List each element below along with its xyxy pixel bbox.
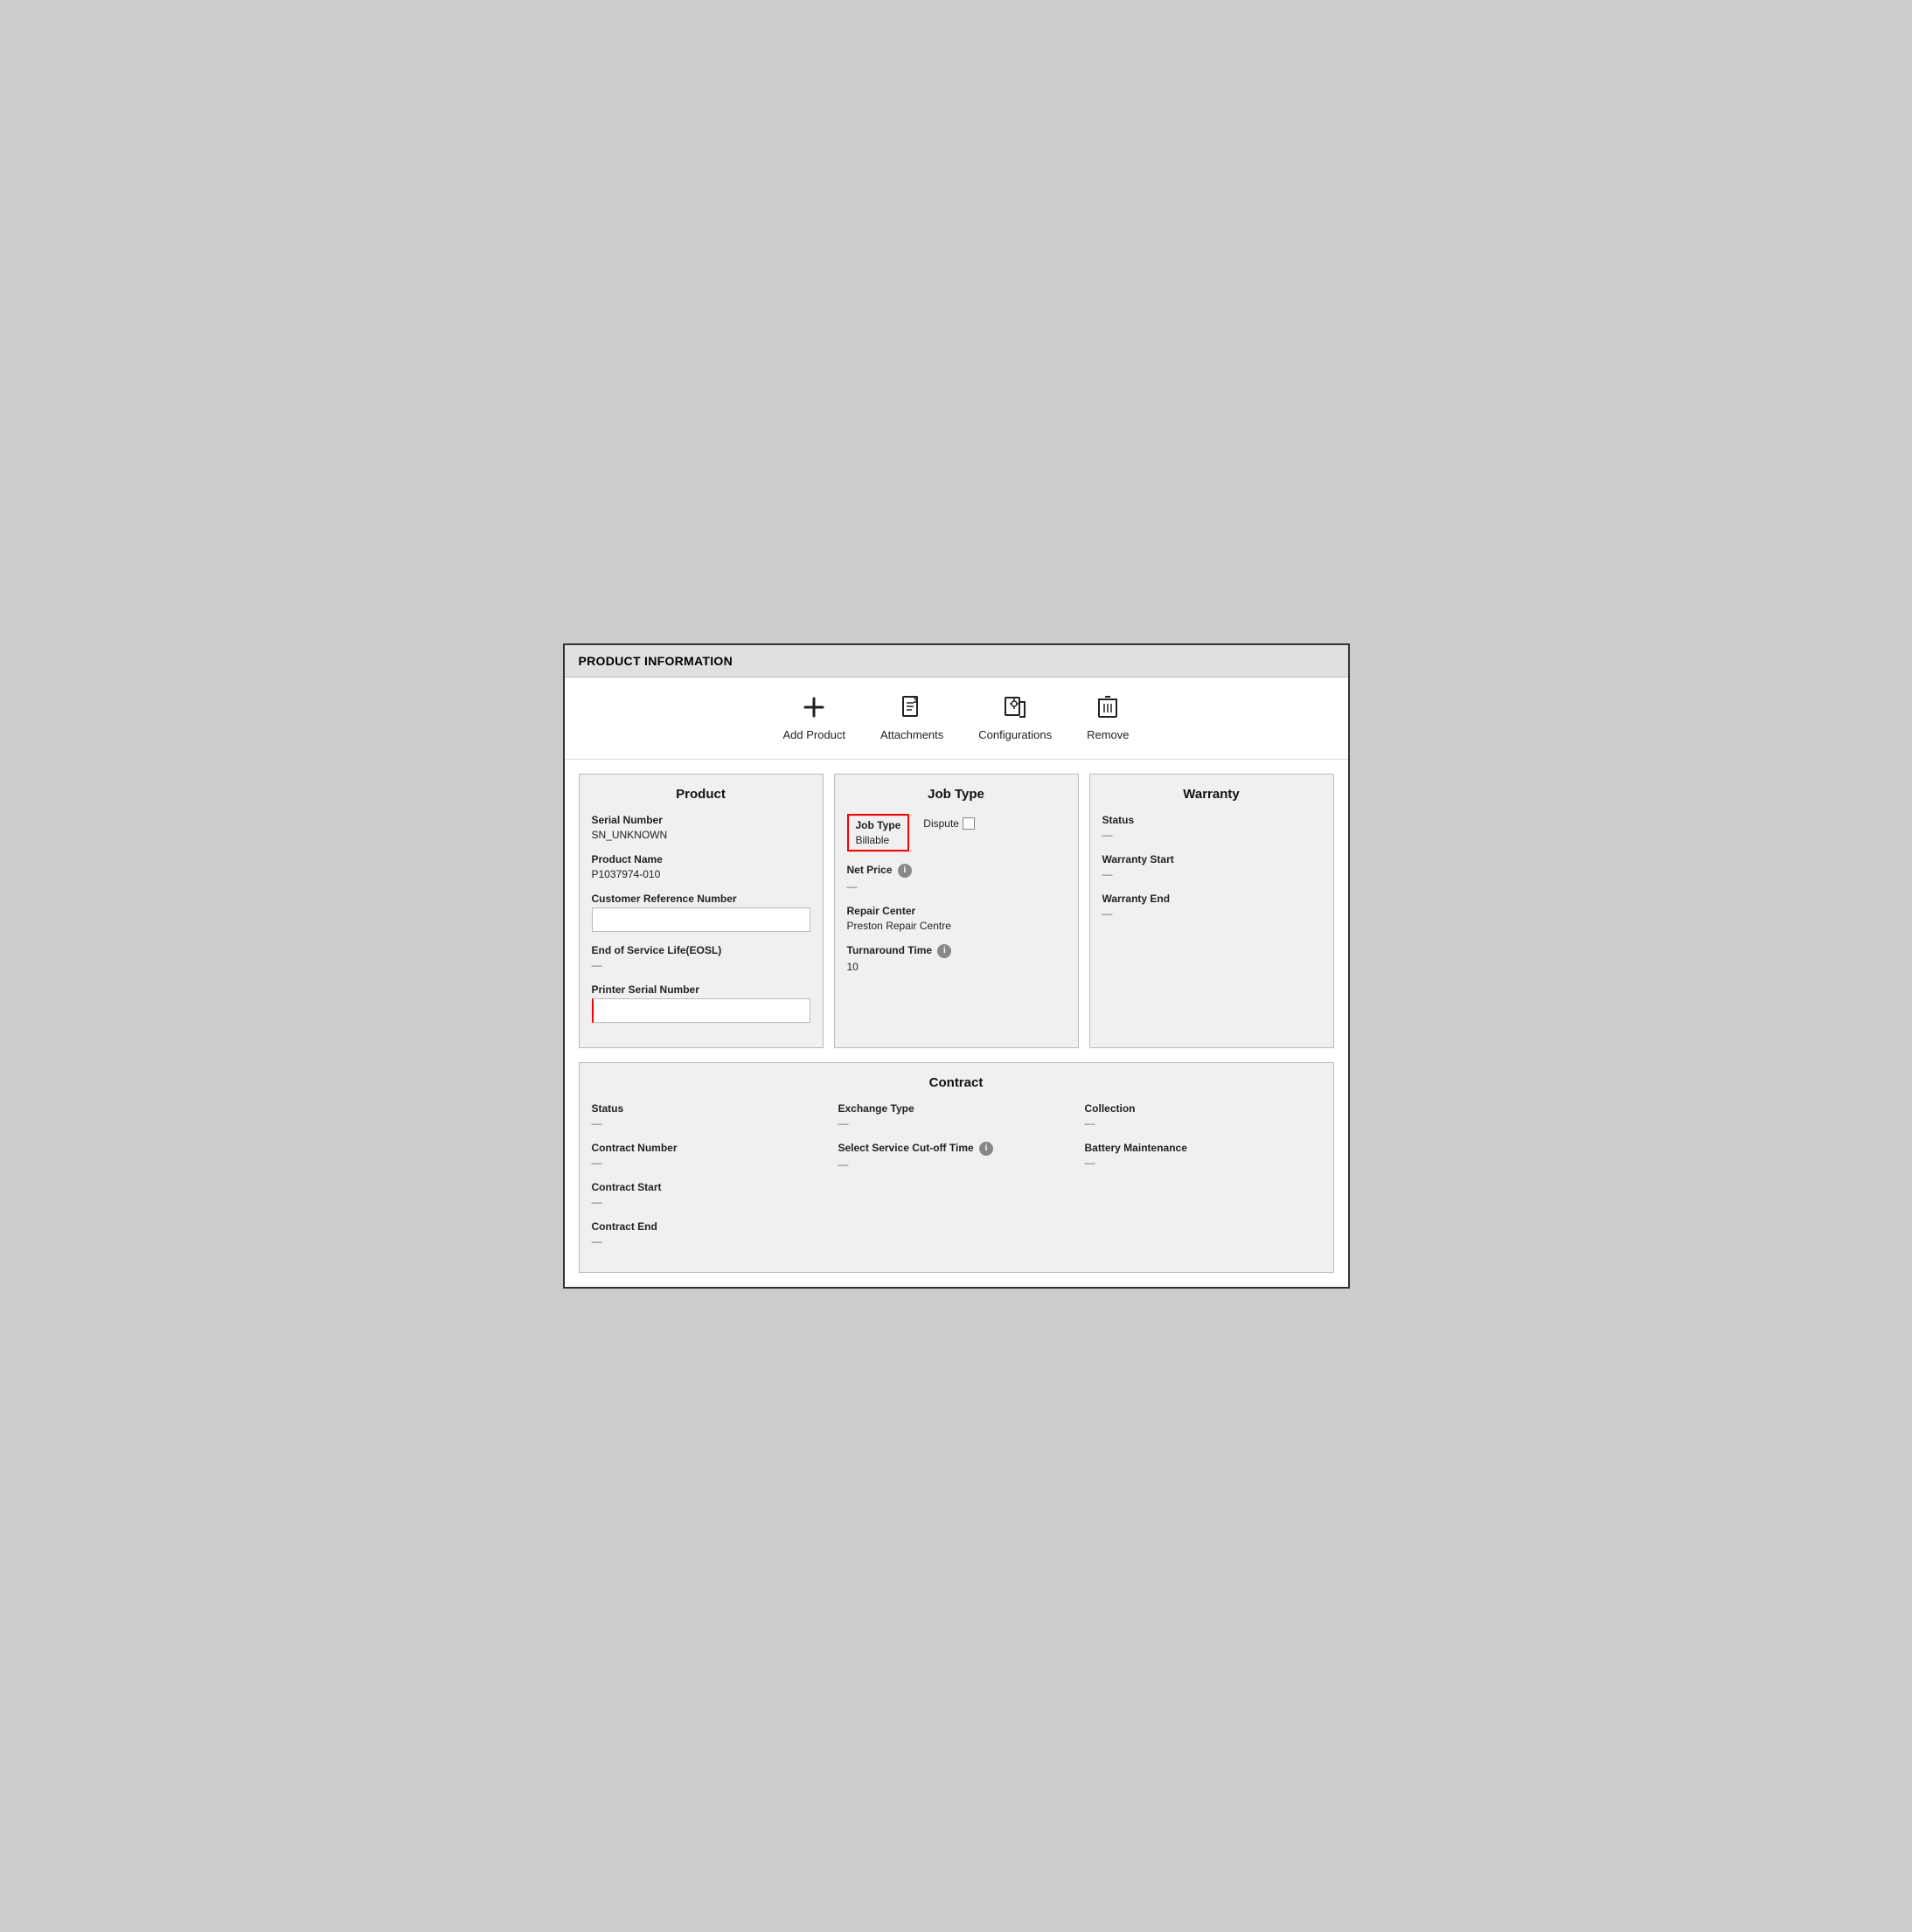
eosl-value: —	[592, 959, 810, 971]
job-type-value: Billable	[856, 834, 901, 846]
remove-button[interactable]: Remove	[1087, 695, 1129, 741]
dispute-checkbox[interactable]	[963, 817, 975, 830]
collection-field: Collection —	[1085, 1102, 1321, 1129]
warranty-panel: Warranty Status — Warranty Start — Warra…	[1089, 774, 1334, 1048]
add-product-icon	[802, 695, 826, 723]
turnaround-field: Turnaround Time i 10	[847, 944, 1066, 973]
contract-col-1: Status — Contract Number — Contract Star…	[592, 1102, 828, 1260]
contract-section: Contract Status — Contract Number — Cont…	[579, 1062, 1334, 1273]
eosl-field: End of Service Life(EOSL) —	[592, 944, 810, 971]
section-title: PRODUCT INFORMATION	[579, 654, 734, 668]
configurations-button[interactable]: Configurations	[978, 695, 1052, 741]
net-price-label: Net Price i	[847, 864, 1066, 878]
product-name-field: Product Name P1037974-010	[592, 853, 810, 880]
eosl-label: End of Service Life(EOSL)	[592, 944, 810, 956]
serial-number-label: Serial Number	[592, 814, 810, 826]
turnaround-value: 10	[847, 961, 1066, 973]
add-product-button[interactable]: Add Product	[782, 695, 845, 741]
turnaround-info-icon: i	[937, 944, 951, 958]
serial-number-value: SN_UNKNOWN	[592, 829, 810, 841]
job-type-field: Job Type Billable Dispute	[847, 814, 1066, 851]
configurations-icon	[1003, 695, 1027, 723]
contract-grid: Status — Contract Number — Contract Star…	[592, 1102, 1321, 1260]
exchange-type-field: Exchange Type —	[838, 1102, 1074, 1129]
turnaround-label: Turnaround Time i	[847, 944, 1066, 958]
service-cutoff-value: —	[838, 1158, 1074, 1171]
net-price-field: Net Price i —	[847, 864, 1066, 893]
attachments-icon	[900, 695, 923, 723]
job-type-label: Job Type	[856, 819, 901, 831]
battery-maintenance-label: Battery Maintenance	[1085, 1142, 1321, 1154]
collection-value: —	[1085, 1117, 1321, 1129]
collection-label: Collection	[1085, 1102, 1321, 1115]
product-name-value: P1037974-010	[592, 868, 810, 880]
job-type-panel-title: Job Type	[847, 787, 1066, 802]
contract-start-value: —	[592, 1196, 828, 1208]
toolbar: Add Product Attachments	[565, 678, 1348, 760]
contract-start-field: Contract Start —	[592, 1181, 828, 1208]
warranty-start-field: Warranty Start —	[1102, 853, 1321, 880]
product-panel: Product Serial Number SN_UNKNOWN Product…	[579, 774, 824, 1048]
contract-number-value: —	[592, 1157, 828, 1169]
content-area: Product Serial Number SN_UNKNOWN Product…	[565, 760, 1348, 1287]
contract-status-value: —	[592, 1117, 828, 1129]
add-product-label: Add Product	[782, 728, 845, 741]
contract-end-value: —	[592, 1235, 828, 1247]
warranty-status-label: Status	[1102, 814, 1321, 826]
exchange-type-label: Exchange Type	[838, 1102, 1074, 1115]
contract-start-label: Contract Start	[592, 1181, 828, 1193]
contract-col-3: Collection — Battery Maintenance —	[1085, 1102, 1321, 1260]
battery-maintenance-value: —	[1085, 1157, 1321, 1169]
serial-number-field: Serial Number SN_UNKNOWN	[592, 814, 810, 841]
warranty-end-value: —	[1102, 907, 1321, 920]
product-name-label: Product Name	[592, 853, 810, 865]
contract-number-field: Contract Number —	[592, 1142, 828, 1169]
dispute-field: Dispute	[923, 817, 975, 830]
service-cutoff-label: Select Service Cut-off Time i	[838, 1142, 1074, 1156]
printer-serial-input[interactable]	[592, 998, 810, 1023]
warranty-panel-title: Warranty	[1102, 787, 1321, 802]
repair-center-value: Preston Repair Centre	[847, 920, 1066, 932]
warranty-end-field: Warranty End —	[1102, 893, 1321, 920]
printer-serial-field: Printer Serial Number	[592, 983, 810, 1023]
contract-end-field: Contract End —	[592, 1220, 828, 1247]
job-type-panel: Job Type Job Type Billable Dispute	[834, 774, 1079, 1048]
remove-icon	[1097, 695, 1118, 723]
info-panels: Product Serial Number SN_UNKNOWN Product…	[579, 774, 1334, 1048]
product-information-container: PRODUCT INFORMATION Add Product	[563, 643, 1350, 1289]
customer-reference-field: Customer Reference Number	[592, 893, 810, 932]
warranty-start-label: Warranty Start	[1102, 853, 1321, 865]
service-cutoff-info-icon: i	[979, 1142, 993, 1156]
contract-number-label: Contract Number	[592, 1142, 828, 1154]
customer-reference-label: Customer Reference Number	[592, 893, 810, 905]
battery-maintenance-field: Battery Maintenance —	[1085, 1142, 1321, 1169]
job-type-highlight-box[interactable]: Job Type Billable	[847, 814, 910, 851]
customer-reference-input[interactable]	[592, 907, 810, 932]
warranty-status-field: Status —	[1102, 814, 1321, 841]
product-panel-title: Product	[592, 787, 810, 802]
warranty-end-label: Warranty End	[1102, 893, 1321, 905]
section-header: PRODUCT INFORMATION	[565, 645, 1348, 678]
exchange-type-value: —	[838, 1117, 1074, 1129]
repair-center-label: Repair Center	[847, 905, 1066, 917]
dispute-label: Dispute	[923, 817, 959, 830]
contract-status-field: Status —	[592, 1102, 828, 1129]
net-price-value: —	[847, 880, 1066, 893]
contract-end-label: Contract End	[592, 1220, 828, 1233]
configurations-label: Configurations	[978, 728, 1052, 741]
net-price-info-icon: i	[898, 864, 912, 878]
attachments-label: Attachments	[880, 728, 943, 741]
job-type-row: Job Type Billable Dispute	[847, 814, 1066, 851]
repair-center-field: Repair Center Preston Repair Centre	[847, 905, 1066, 932]
warranty-status-value: —	[1102, 829, 1321, 841]
remove-label: Remove	[1087, 728, 1129, 741]
contract-title: Contract	[592, 1075, 1321, 1090]
contract-status-label: Status	[592, 1102, 828, 1115]
attachments-button[interactable]: Attachments	[880, 695, 943, 741]
service-cutoff-field: Select Service Cut-off Time i —	[838, 1142, 1074, 1171]
contract-col-2: Exchange Type — Select Service Cut-off T…	[838, 1102, 1074, 1260]
printer-serial-label: Printer Serial Number	[592, 983, 810, 996]
warranty-start-value: —	[1102, 868, 1321, 880]
